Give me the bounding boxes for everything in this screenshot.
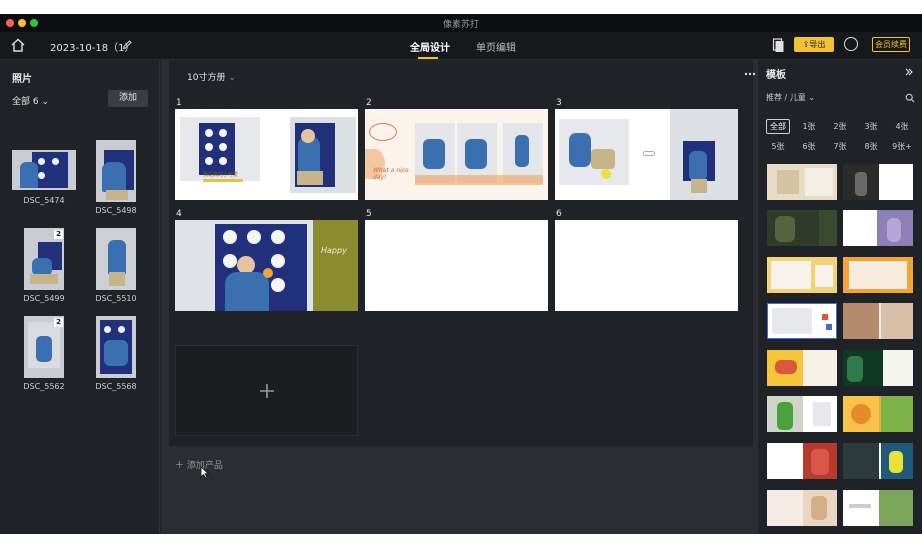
photo-image [96, 140, 136, 202]
page-spread-5[interactable] [365, 220, 548, 311]
template-thumbnail[interactable] [843, 350, 913, 386]
page-spread-4[interactable]: Happy [175, 220, 358, 311]
photo-thumbnail[interactable]: 2 DSC_5499 [12, 228, 76, 303]
filter-chip[interactable]: 1张 [797, 119, 821, 134]
template-thumbnail[interactable] [843, 443, 913, 479]
top-toolbar: 2023-10-18（1） 全局设计 单页编辑 ⇪导出 会员续费 [0, 32, 922, 60]
template-thumbnail[interactable] [843, 396, 913, 432]
page-number: 2 [366, 98, 372, 108]
template-thumbnail[interactable] [767, 396, 837, 432]
document-icon[interactable] [772, 38, 784, 52]
filter-chip[interactable]: 8张 [859, 139, 883, 154]
home-icon[interactable] [10, 37, 26, 53]
search-icon[interactable] [905, 93, 915, 103]
product-name: 10寸方册 [187, 73, 226, 83]
user-avatar-icon[interactable] [844, 37, 858, 51]
page-number: 4 [176, 209, 182, 219]
photo-filename: DSC_5562 [23, 382, 65, 391]
photo-filter-label: 全部 6 [12, 97, 39, 107]
template-thumbnail[interactable] [767, 490, 837, 526]
product-selector[interactable]: 10寸方册 ⌄ [187, 70, 236, 83]
template-thumbnail[interactable] [843, 164, 913, 200]
app-window: 像素苏打 2023-10-18（1） 全局设计 单页编辑 ⇪导出 会员续费 照片… [0, 14, 922, 534]
template-thumbnail[interactable] [843, 303, 913, 339]
plus-icon: ＋ [175, 461, 185, 471]
photo-filename: DSC_5498 [95, 206, 137, 215]
filter-chip[interactable]: 2张 [828, 119, 852, 134]
export-button[interactable]: ⇪导出 [794, 37, 834, 52]
template-thumbnail[interactable] [767, 303, 837, 339]
photo-filename: DSC_5474 [23, 196, 65, 205]
templates-panel-title: 模板 [766, 70, 786, 81]
collapse-panel-icon[interactable] [904, 67, 914, 77]
template-category-label: 推荐 / 儿童 [766, 93, 806, 102]
title-bar: 像素苏打 [0, 14, 922, 32]
template-thumbnail[interactable] [767, 257, 837, 293]
page-number: 6 [556, 209, 562, 219]
page-number: 3 [556, 98, 562, 108]
template-thumbnail[interactable] [767, 443, 837, 479]
export-label: 导出 [809, 40, 826, 49]
photo-thumbnail[interactable]: 2 DSC_5562 [12, 316, 76, 391]
filter-chip[interactable]: 3张 [859, 119, 883, 134]
add-page-button[interactable] [175, 345, 358, 436]
photo-image [96, 228, 136, 290]
filter-chip[interactable]: 5张 [766, 139, 790, 154]
photo-image [12, 150, 76, 190]
photos-panel: 照片 全部 6 ⌄ 添加 DSC_5474 DSC_5498 2 DSC_549… [0, 60, 160, 534]
photo-thumbnail[interactable]: DSC_5474 [12, 150, 76, 210]
page-caption: What a nice day! [373, 167, 409, 181]
plus-icon [260, 384, 274, 398]
photo-use-count-badge: 2 [54, 318, 63, 327]
template-thumbnail[interactable] [843, 210, 913, 246]
photo-thumbnail[interactable]: DSC_5568 [84, 316, 148, 391]
add-product-button[interactable]: ＋ 添加产品 [175, 458, 223, 471]
template-thumbnail[interactable] [767, 164, 837, 200]
template-thumbnail[interactable] [767, 350, 837, 386]
filter-chip[interactable]: 6张 [797, 139, 821, 154]
photo-use-count-badge: 2 [54, 230, 63, 239]
photo-thumbnail[interactable]: DSC_5510 [84, 228, 148, 303]
chevron-down-icon: ⌄ [228, 73, 236, 83]
page-number: 5 [366, 209, 372, 219]
filter-chip[interactable]: 9张+ [890, 139, 914, 154]
page-caption: 我是真的小可爱 [203, 172, 239, 178]
active-tab-indicator [418, 57, 438, 59]
page-caption: Happy [321, 246, 347, 255]
chevron-down-icon: ⌄ [41, 97, 50, 107]
templates-panel: 模板 推荐 / 儿童 ⌄ 全部 1张 2张 3张 4张 5张 6张 7张 8张 … [757, 60, 922, 534]
template-thumbnail[interactable] [767, 210, 837, 246]
page-number: 1 [176, 98, 182, 108]
more-options-icon[interactable] [744, 69, 756, 79]
pencil-icon[interactable] [122, 39, 133, 50]
tab-global-design[interactable]: 全局设计 [410, 39, 450, 54]
app-title: 像素苏打 [442, 20, 479, 30]
photo-filter-dropdown[interactable]: 全部 6 ⌄ [12, 94, 49, 107]
mouse-cursor-icon [200, 466, 210, 479]
page-spread-2[interactable]: What a nice day! [365, 109, 548, 200]
page-spread-6[interactable] [555, 220, 738, 311]
photo-filename: DSC_5568 [95, 382, 137, 391]
filter-chip[interactable]: 7张 [828, 139, 852, 154]
page-spread-1[interactable]: 我是真的小可爱 [175, 109, 358, 200]
chevron-down-icon: ⌄ [808, 93, 816, 102]
member-renew-button[interactable]: 会员续费 [872, 37, 910, 52]
template-thumbnail[interactable] [843, 490, 913, 526]
photo-filename: DSC_5510 [95, 294, 137, 303]
template-thumbnail[interactable] [843, 257, 913, 293]
photo-thumbnail[interactable]: DSC_5498 [84, 140, 148, 215]
photos-panel-title: 照片 [12, 74, 32, 85]
photo-image [96, 316, 136, 378]
tab-page-edit[interactable]: 单页编辑 [476, 39, 516, 54]
add-photo-button[interactable]: 添加 [108, 90, 148, 107]
page-spread-3[interactable] [555, 109, 738, 200]
photo-filename: DSC_5499 [23, 294, 65, 303]
template-category-dropdown[interactable]: 推荐 / 儿童 ⌄ [766, 92, 815, 103]
filter-chip-all[interactable]: 全部 [766, 119, 790, 134]
filter-chip[interactable]: 4张 [890, 119, 914, 134]
